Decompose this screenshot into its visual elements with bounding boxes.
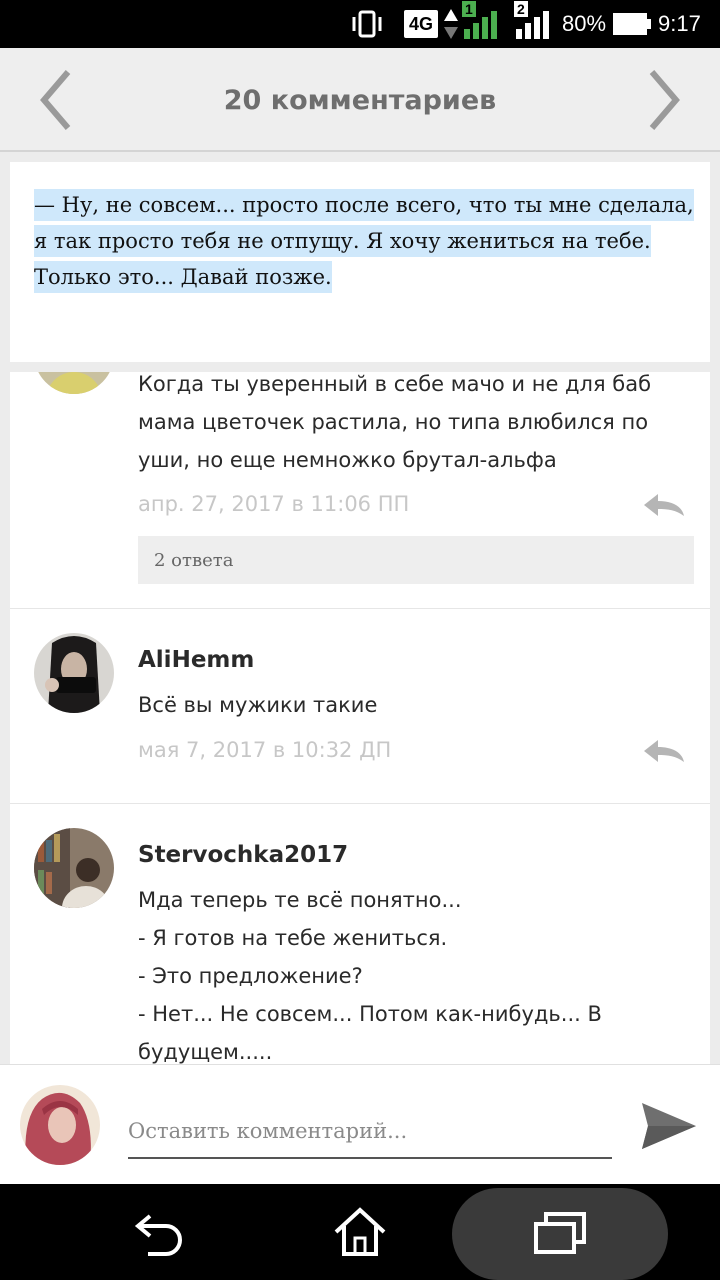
avatar[interactable] — [34, 828, 114, 908]
home-button[interactable] — [310, 1184, 410, 1280]
reply-icon[interactable] — [642, 492, 686, 518]
comment-author[interactable]: Stervochka2017 — [138, 842, 348, 868]
comment-text: Мда теперь те всё понятно... - Я готов н… — [138, 881, 688, 1064]
comment-text: Когда ты уверенный в себе мачо и не для … — [138, 372, 652, 472]
replies-toggle[interactable]: 2 ответа — [138, 536, 694, 584]
status-bar: 4G 1 2 80% 9:17 — [0, 0, 720, 48]
page-title: 20 комментариев — [223, 84, 497, 116]
home-icon — [334, 1207, 386, 1256]
battery-icon — [612, 0, 652, 48]
comment-composer — [0, 1064, 720, 1184]
signal-2-label: 2 — [514, 1, 528, 17]
send-icon — [642, 1103, 696, 1149]
current-user-avatar — [20, 1085, 100, 1165]
chevron-right-icon — [649, 70, 680, 130]
back-button[interactable] — [110, 1184, 210, 1280]
comment-author[interactable]: AliHemm — [138, 647, 254, 673]
comment-item: Stervochka2017 Мда теперь те всё понятно… — [10, 804, 710, 1064]
signal-1-label: 1 — [462, 1, 476, 17]
avatar[interactable] — [34, 633, 114, 713]
send-button[interactable] — [638, 1095, 700, 1157]
quoted-excerpt: — Ну, не совсем... просто после всего, ч… — [34, 187, 694, 295]
comment-line: - Это предложение? — [138, 964, 363, 988]
clock: 9:17 — [658, 11, 701, 36]
comments-list: Когда ты уверенный в себе мачо и не для … — [10, 372, 710, 1064]
comment-timestamp: мая 7, 2017 в 10:32 ДП — [138, 738, 392, 762]
comment-input[interactable] — [128, 1105, 612, 1159]
comment-text: Всё вы мужики такие — [138, 693, 378, 717]
vibrate-icon — [350, 0, 384, 48]
recents-button[interactable] — [510, 1184, 610, 1280]
chevron-left-icon — [40, 70, 71, 130]
comment-item: Когда ты уверенный в себе мачо и не для … — [10, 372, 710, 609]
avatar[interactable] — [34, 372, 114, 394]
network-type-badge: 4G — [404, 10, 438, 38]
prev-button[interactable] — [26, 62, 86, 138]
comment-timestamp: апр. 27, 2017 в 11:06 ПП — [138, 492, 410, 516]
quoted-excerpt-card: — Ну, не совсем... просто после всего, ч… — [10, 162, 710, 362]
comment-line: Мда теперь те всё понятно... — [138, 888, 462, 912]
system-nav-bar — [0, 1184, 720, 1280]
battery-percent: 80% — [562, 11, 607, 36]
header: 20 комментариев — [0, 48, 720, 152]
next-button[interactable] — [634, 62, 694, 138]
comment-line: - Я готов на тебе жениться. — [138, 926, 448, 950]
quoted-excerpt-text: — Ну, не совсем... просто после всего, ч… — [34, 189, 694, 293]
recents-icon — [534, 1212, 586, 1254]
data-arrows-icon — [442, 0, 460, 48]
reply-icon[interactable] — [642, 738, 686, 764]
comment-item: AliHemm Всё вы мужики такие мая 7, 2017 … — [10, 609, 710, 804]
back-icon — [134, 1214, 182, 1256]
comment-line: - Нет... Не совсем... Потом как-нибудь..… — [138, 1002, 602, 1064]
